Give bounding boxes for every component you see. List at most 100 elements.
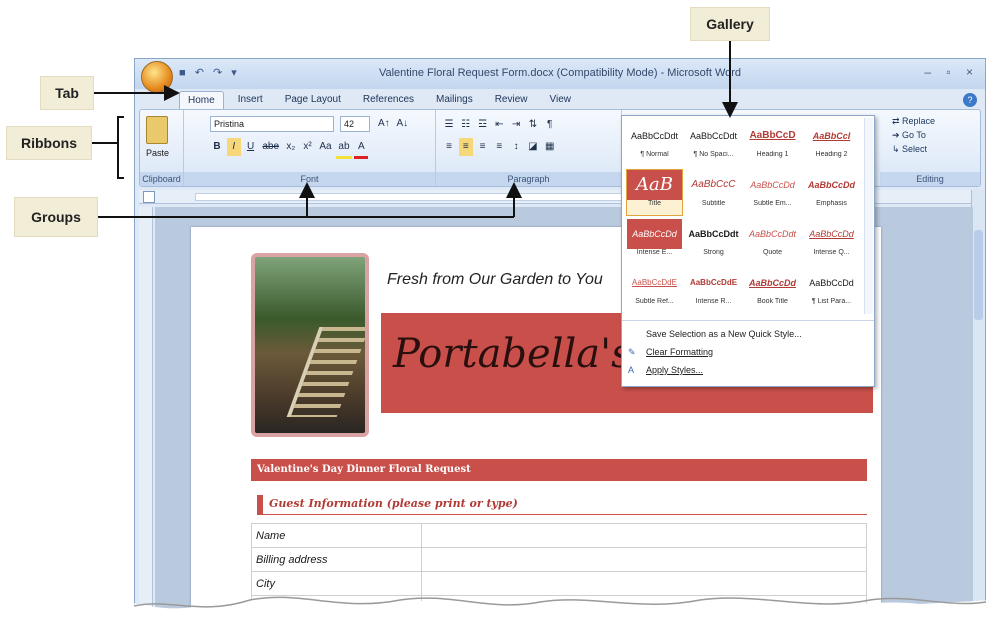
style-sample: AaBbCcDdt	[630, 131, 679, 141]
row-value[interactable]	[421, 595, 867, 620]
paste-button[interactable]: Paste	[146, 148, 169, 158]
decrease-indent-icon[interactable]: ⇤	[492, 116, 506, 134]
style-intense-reference[interactable]: AaBbCcDdE Intense R...	[685, 267, 742, 314]
tab-view[interactable]: View	[542, 91, 580, 109]
style-sample: AaBbCcI	[812, 131, 851, 141]
sort-icon[interactable]: ⇅	[526, 116, 540, 134]
tab-home[interactable]: Home	[179, 91, 224, 109]
style-heading-2[interactable]: AaBbCcI Heading 2	[803, 120, 860, 167]
tab-references[interactable]: References	[355, 91, 422, 109]
save-quick-style-item[interactable]: Save Selection as a New Quick Style...	[622, 325, 874, 343]
tab-page-layout[interactable]: Page Layout	[277, 91, 349, 109]
ribbons-bracket	[92, 116, 124, 179]
grow-font-button[interactable]: A↑	[376, 116, 392, 132]
clipboard-group: Paste Clipboard	[140, 110, 184, 186]
style-intense-quote[interactable]: AaBbCcDd Intense Q...	[803, 218, 860, 265]
style-name: Intense E...	[636, 249, 673, 256]
numbering-icon[interactable]: ☷	[459, 116, 473, 134]
vertical-scrollbar[interactable]	[971, 190, 985, 636]
row-value[interactable]	[421, 547, 867, 572]
italic-button[interactable]: I	[226, 138, 241, 156]
apply-styles-item[interactable]: A Apply Styles...	[622, 361, 874, 379]
title-bar: ■ ↶ ↷ ▾ Valentine Floral Request Form.do…	[135, 59, 985, 93]
font-color-button[interactable]: A	[354, 138, 369, 159]
scroll-thumb[interactable]	[974, 230, 983, 320]
style-subtle-emphasis[interactable]: AaBbCcDd Subtle Em...	[744, 169, 801, 216]
window-controls[interactable]: – ▫ ×	[924, 65, 979, 79]
row-label: St	[251, 595, 422, 620]
replace-button[interactable]: ⇄ Replace	[892, 116, 935, 127]
garden-photo	[251, 253, 369, 437]
row-value[interactable]	[421, 571, 867, 596]
show-formatting-icon[interactable]: ¶	[543, 116, 557, 134]
style-sample: AaBbCcDdt	[748, 229, 797, 239]
font-name-box[interactable]: Pristina	[210, 116, 334, 132]
underline-button[interactable]: U	[244, 138, 258, 156]
table-row: City	[251, 571, 867, 596]
tab-review[interactable]: Review	[487, 91, 536, 109]
strikethrough-button[interactable]: abe	[260, 138, 281, 156]
style-normal[interactable]: AaBbCcDdt ¶ Normal	[626, 120, 683, 167]
style-subtitle[interactable]: AaBbCcC Subtitle	[685, 169, 742, 216]
style-quote[interactable]: AaBbCcDdt Quote	[744, 218, 801, 265]
style-intense-emphasis[interactable]: AaBbCcDd Intense E...	[626, 218, 683, 265]
tab-callout: Tab	[40, 76, 94, 110]
tab-mailings[interactable]: Mailings	[428, 91, 481, 109]
style-list-paragraph[interactable]: AaBbCcDd ¶ List Para...	[803, 267, 860, 314]
style-subtle-reference[interactable]: AaBbCcDdE Subtle Ref...	[626, 267, 683, 314]
table-row: St	[251, 595, 867, 620]
increase-indent-icon[interactable]: ⇥	[509, 116, 523, 134]
align-left-icon[interactable]: ≡	[442, 138, 456, 156]
shading-icon[interactable]: ◪	[526, 138, 540, 156]
justify-icon[interactable]: ≡	[492, 138, 506, 156]
bullets-icon[interactable]: ☰	[442, 116, 456, 134]
highlight-button[interactable]: ab	[336, 138, 352, 159]
table-row: Name	[251, 523, 867, 548]
style-name: Heading 2	[815, 151, 848, 158]
style-heading-1[interactable]: AaBbCcD Heading 1	[744, 120, 801, 167]
line-spacing-icon[interactable]: ↕	[509, 138, 523, 156]
tab-selector[interactable]	[143, 191, 155, 203]
groups-callout: Groups	[14, 197, 98, 237]
help-icon[interactable]: ?	[963, 93, 977, 107]
style-sample: AaBbCcC	[691, 179, 736, 190]
style-name: Strong	[703, 249, 724, 256]
clear-formatting-item[interactable]: ✎ Clear Formatting	[622, 343, 874, 361]
section-heading: Guest Information (please print or type)	[257, 495, 867, 515]
row-label: City	[251, 571, 422, 596]
superscript-button[interactable]: x²	[301, 138, 315, 156]
style-title[interactable]: AaB Title	[626, 169, 683, 216]
select-button[interactable]: ↳ Select	[892, 144, 927, 155]
subscript-button[interactable]: x₂	[284, 138, 298, 156]
shrink-font-button[interactable]: A↓	[394, 116, 410, 132]
borders-icon[interactable]: ▦	[543, 138, 557, 156]
style-sample: AaBbCcDdE	[632, 278, 677, 287]
style-sample: AaBbCcDdt	[688, 229, 739, 239]
style-sample: AaBbCcDd	[809, 229, 854, 239]
align-right-icon[interactable]: ≡	[476, 138, 490, 156]
style-strong[interactable]: AaBbCcDdt Strong	[685, 218, 742, 265]
paste-icon[interactable]	[146, 116, 168, 144]
row-label: Name	[251, 523, 422, 548]
align-center-icon[interactable]: ≡	[458, 138, 473, 156]
font-group-label: Font	[184, 172, 435, 186]
go-to-button[interactable]: ➔ Go To	[892, 130, 926, 141]
go-to-label: Go To	[902, 130, 926, 140]
tab-insert[interactable]: Insert	[230, 91, 271, 109]
row-value[interactable]	[421, 523, 867, 548]
style-sample: AaBbCcDd	[807, 180, 855, 190]
style-emphasis[interactable]: AaBbCcDd Emphasis	[803, 169, 860, 216]
style-name: ¶ Normal	[640, 151, 669, 158]
table-row: Billing address	[251, 547, 867, 572]
multilevel-list-icon[interactable]: ☲	[476, 116, 490, 134]
gallery-scrollbar[interactable]	[864, 118, 873, 314]
gallery-callout: Gallery	[690, 7, 770, 41]
change-case-button[interactable]: Aa	[317, 138, 333, 156]
style-book-title[interactable]: AaBbCcDd Book Title	[744, 267, 801, 314]
font-size-box[interactable]: 42	[340, 116, 370, 132]
apply-styles-icon: A	[628, 365, 635, 375]
bold-button[interactable]: B	[210, 138, 224, 156]
gallery-menu: Save Selection as a New Quick Style... ✎…	[622, 320, 874, 379]
style-no-spacing[interactable]: AaBbCcDdt ¶ No Spaci...	[685, 120, 742, 167]
style-sample: AaBbCcDdt	[689, 131, 738, 141]
